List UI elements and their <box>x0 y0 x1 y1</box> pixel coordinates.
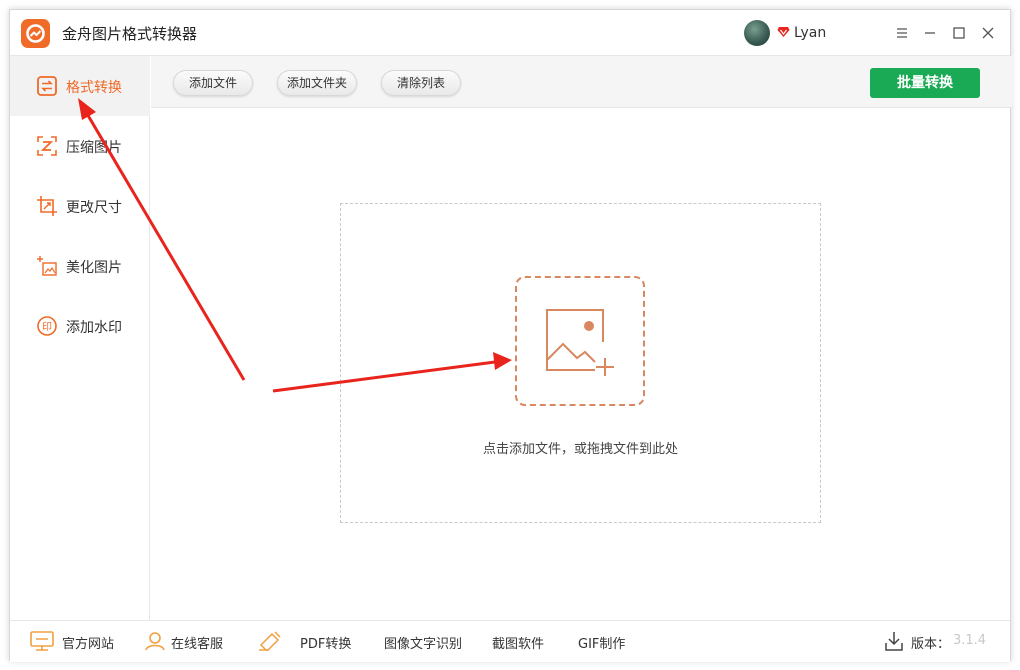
sidebar-item-beautify[interactable]: 美化图片 <box>10 236 150 296</box>
add-image-icon <box>546 309 614 376</box>
sidebar-item-label: 更改尺寸 <box>66 200 122 216</box>
minimize-icon[interactable] <box>920 23 940 43</box>
avatar[interactable] <box>744 20 770 46</box>
resize-icon <box>37 196 57 216</box>
sidebar-item-format-convert[interactable]: 格式转换 <box>10 56 150 116</box>
sidebar-item-label: 压缩图片 <box>66 140 122 156</box>
sidebar-item-compress[interactable]: 压缩图片 <box>10 116 150 176</box>
maximize-icon[interactable] <box>949 23 969 43</box>
menu-icon[interactable] <box>892 23 912 43</box>
sidebar-item-label: 添加水印 <box>66 320 122 336</box>
close-icon[interactable] <box>978 23 998 43</box>
sidebar-item-watermark[interactable]: 印 添加水印 <box>10 296 150 356</box>
app-title: 金舟图片格式转换器 <box>62 25 198 43</box>
app-window: 金舟图片格式转换器 Lyan 格式转换 压缩图片 更改尺寸 美化图片 印 添加水… <box>9 9 1012 662</box>
sidebar-item-label: 格式转换 <box>66 80 122 96</box>
pdf-tool-icon <box>259 631 281 651</box>
vip-diamond-icon <box>777 27 790 37</box>
username[interactable]: Lyan <box>794 25 826 41</box>
beautify-icon <box>37 256 57 276</box>
official-website-link[interactable]: 官方网站 <box>62 633 114 652</box>
sidebar-item-label: 美化图片 <box>66 260 122 276</box>
add-image-button[interactable] <box>515 276 645 406</box>
pdf-convert-link[interactable]: PDF转换 <box>300 633 351 652</box>
add-folder-button[interactable]: 添加文件夹 <box>277 70 357 96</box>
svg-text:印: 印 <box>42 321 52 333</box>
gif-maker-link[interactable]: GIF制作 <box>578 633 625 652</box>
sidebar-item-resize[interactable]: 更改尺寸 <box>10 176 150 236</box>
clear-list-button[interactable]: 清除列表 <box>381 70 461 96</box>
customer-service-icon <box>145 632 165 651</box>
version-label: 版本： <box>911 637 951 652</box>
status-bar: 官方网站 在线客服 PDF转换 图像文字识别 截图软件 GIF制作 版本： 3.… <box>10 620 1010 662</box>
app-logo-icon <box>21 19 50 48</box>
watermark-icon: 印 <box>37 316 57 336</box>
download-icon[interactable] <box>885 631 903 651</box>
title-bar: 金舟图片格式转换器 Lyan <box>10 10 1010 56</box>
version-number: 3.1.4 <box>953 633 987 648</box>
ocr-link[interactable]: 图像文字识别 <box>384 633 462 652</box>
batch-convert-button[interactable]: 批量转换 <box>870 68 980 98</box>
online-support-link[interactable]: 在线客服 <box>171 633 223 652</box>
compress-icon <box>37 136 57 156</box>
sidebar: 格式转换 压缩图片 更改尺寸 美化图片 印 添加水印 <box>10 56 150 620</box>
add-file-button[interactable]: 添加文件 <box>173 70 253 96</box>
drop-hint-text: 点击添加文件，或拖拽文件到此处 <box>482 442 678 457</box>
toolbar: 添加文件 添加文件夹 清除列表 批量转换 <box>151 56 1012 108</box>
monitor-icon <box>30 631 54 651</box>
swap-icon <box>37 76 57 96</box>
screenshot-software-link[interactable]: 截图软件 <box>492 633 544 652</box>
